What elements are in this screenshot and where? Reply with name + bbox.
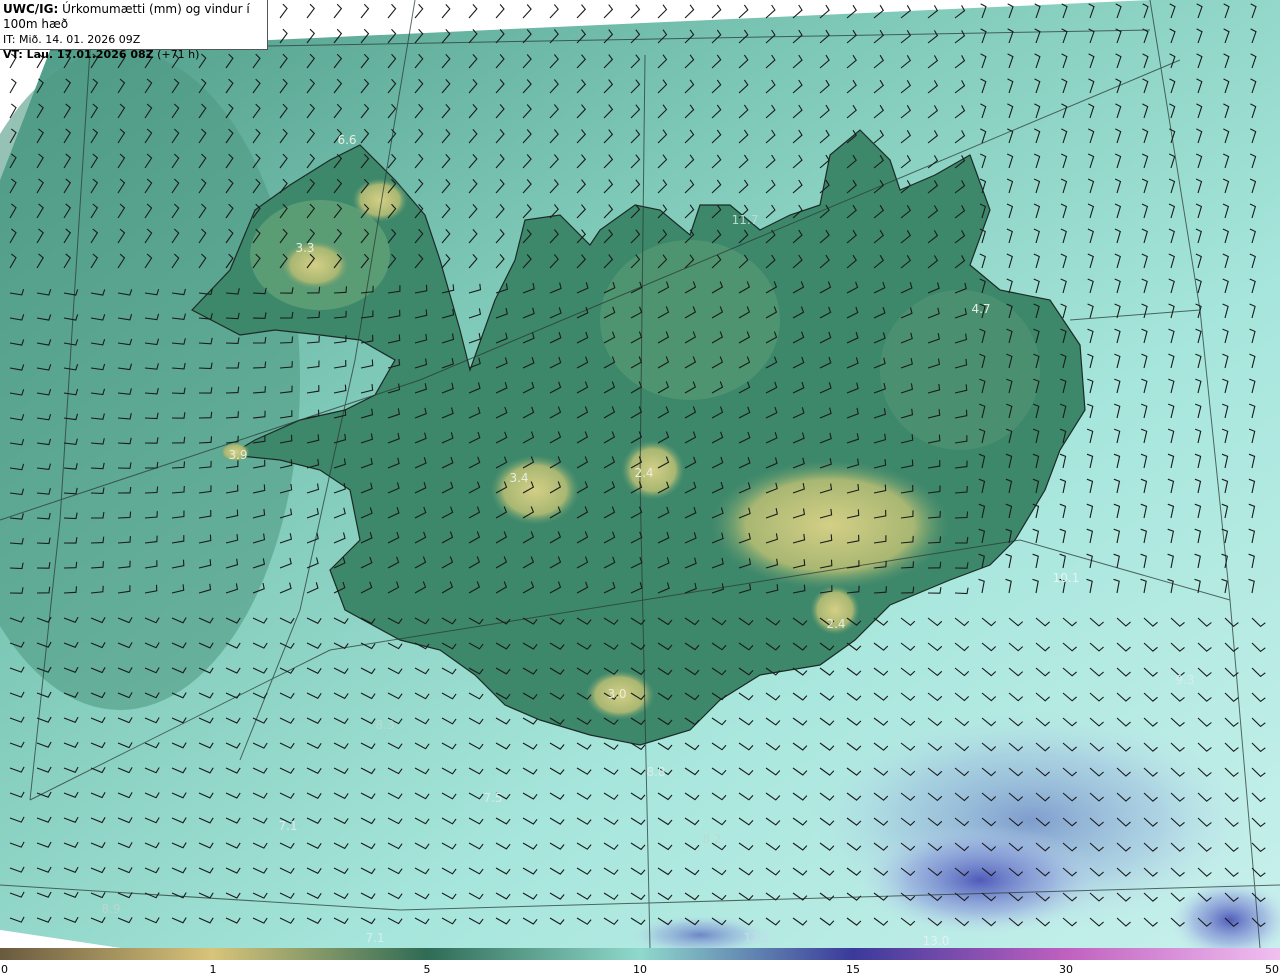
westfjords-glacier xyxy=(280,240,350,290)
value-label: 2.4 xyxy=(634,466,653,480)
title-line: UWC/IG: Úrkomumætti (mm) og vindur í 100… xyxy=(3,2,264,32)
value-label: 3.4 xyxy=(509,471,528,485)
north-highland xyxy=(600,240,780,400)
valid-time-line: VT: Lau. 17.01.2026 08Z (+71 h) xyxy=(3,47,264,62)
wind-barb xyxy=(360,3,370,19)
wind-barb xyxy=(495,4,505,19)
forecast-offset: (+71 h) xyxy=(157,48,200,61)
value-label: 8.9 xyxy=(101,902,120,916)
value-label: 3.3 xyxy=(295,241,314,255)
wind-barb xyxy=(333,3,343,19)
colorbar xyxy=(0,948,1280,960)
colorbar-tick: 5 xyxy=(423,963,431,976)
wind-barb xyxy=(414,3,424,19)
wind-barb xyxy=(549,4,559,19)
wind-barb xyxy=(441,4,451,19)
wind-barb xyxy=(522,4,532,19)
wind-barb xyxy=(630,4,641,19)
langjokull-glacier xyxy=(490,455,580,525)
value-label: 8.3 xyxy=(375,718,394,732)
colorbar-gradient xyxy=(0,948,1280,960)
colorbar-tick: 1 xyxy=(209,963,217,976)
wind-barb xyxy=(387,3,397,19)
value-label: 8.2 xyxy=(702,832,721,846)
initial-time: IT: Mið. 14. 01. 2026 09Z xyxy=(3,33,141,46)
east-highland xyxy=(880,290,1040,450)
value-label: 10.1 xyxy=(1053,571,1080,585)
wind-barb xyxy=(738,4,749,19)
value-label: 7.1 xyxy=(278,819,297,833)
drangajokull-glacier xyxy=(352,178,408,222)
colorbar-tick: 0 xyxy=(1,963,8,976)
wind-barb xyxy=(711,4,722,19)
value-label: 3.0 xyxy=(607,687,626,701)
value-label: 8.8 xyxy=(646,765,665,779)
value-label: 12.2 xyxy=(744,931,771,945)
value-label: 4.7 xyxy=(971,302,990,316)
value-label: 2.4 xyxy=(826,617,845,631)
value-label: 7.5 xyxy=(483,791,502,805)
colorbar-tick: 10 xyxy=(633,963,647,976)
wind-barb xyxy=(603,4,614,19)
colorbar-tick: 50 xyxy=(1265,963,1279,976)
value-label: 3.9 xyxy=(228,448,247,462)
wind-barb xyxy=(279,3,288,19)
value-label: 6.6 xyxy=(337,133,356,147)
precipitable-water-map: 6.6 3.3 3.9 3.4 2.4 4.7 2.4 3.0 10.1 9.3… xyxy=(0,0,1280,948)
value-label: 7.1 xyxy=(365,931,384,945)
colorbar-tick: 15 xyxy=(846,963,860,976)
colorbar-tick: 30 xyxy=(1059,963,1073,976)
value-label: 9.3 xyxy=(1175,673,1194,687)
map-info-box: UWC/IG: Úrkomumætti (mm) og vindur í 100… xyxy=(0,0,268,61)
product-code: UWC/IG: xyxy=(3,2,59,16)
wind-barb xyxy=(657,4,668,19)
wind-barb xyxy=(306,3,316,19)
value-label: 11.7 xyxy=(732,213,759,227)
wind-barb xyxy=(576,4,587,19)
value-label: 13.0 xyxy=(923,934,950,948)
valid-time: VT: Lau. 17.01.2026 08Z xyxy=(3,48,154,61)
wind-barb xyxy=(684,4,695,19)
wind-barb xyxy=(765,4,776,19)
wind-barb xyxy=(468,4,478,19)
